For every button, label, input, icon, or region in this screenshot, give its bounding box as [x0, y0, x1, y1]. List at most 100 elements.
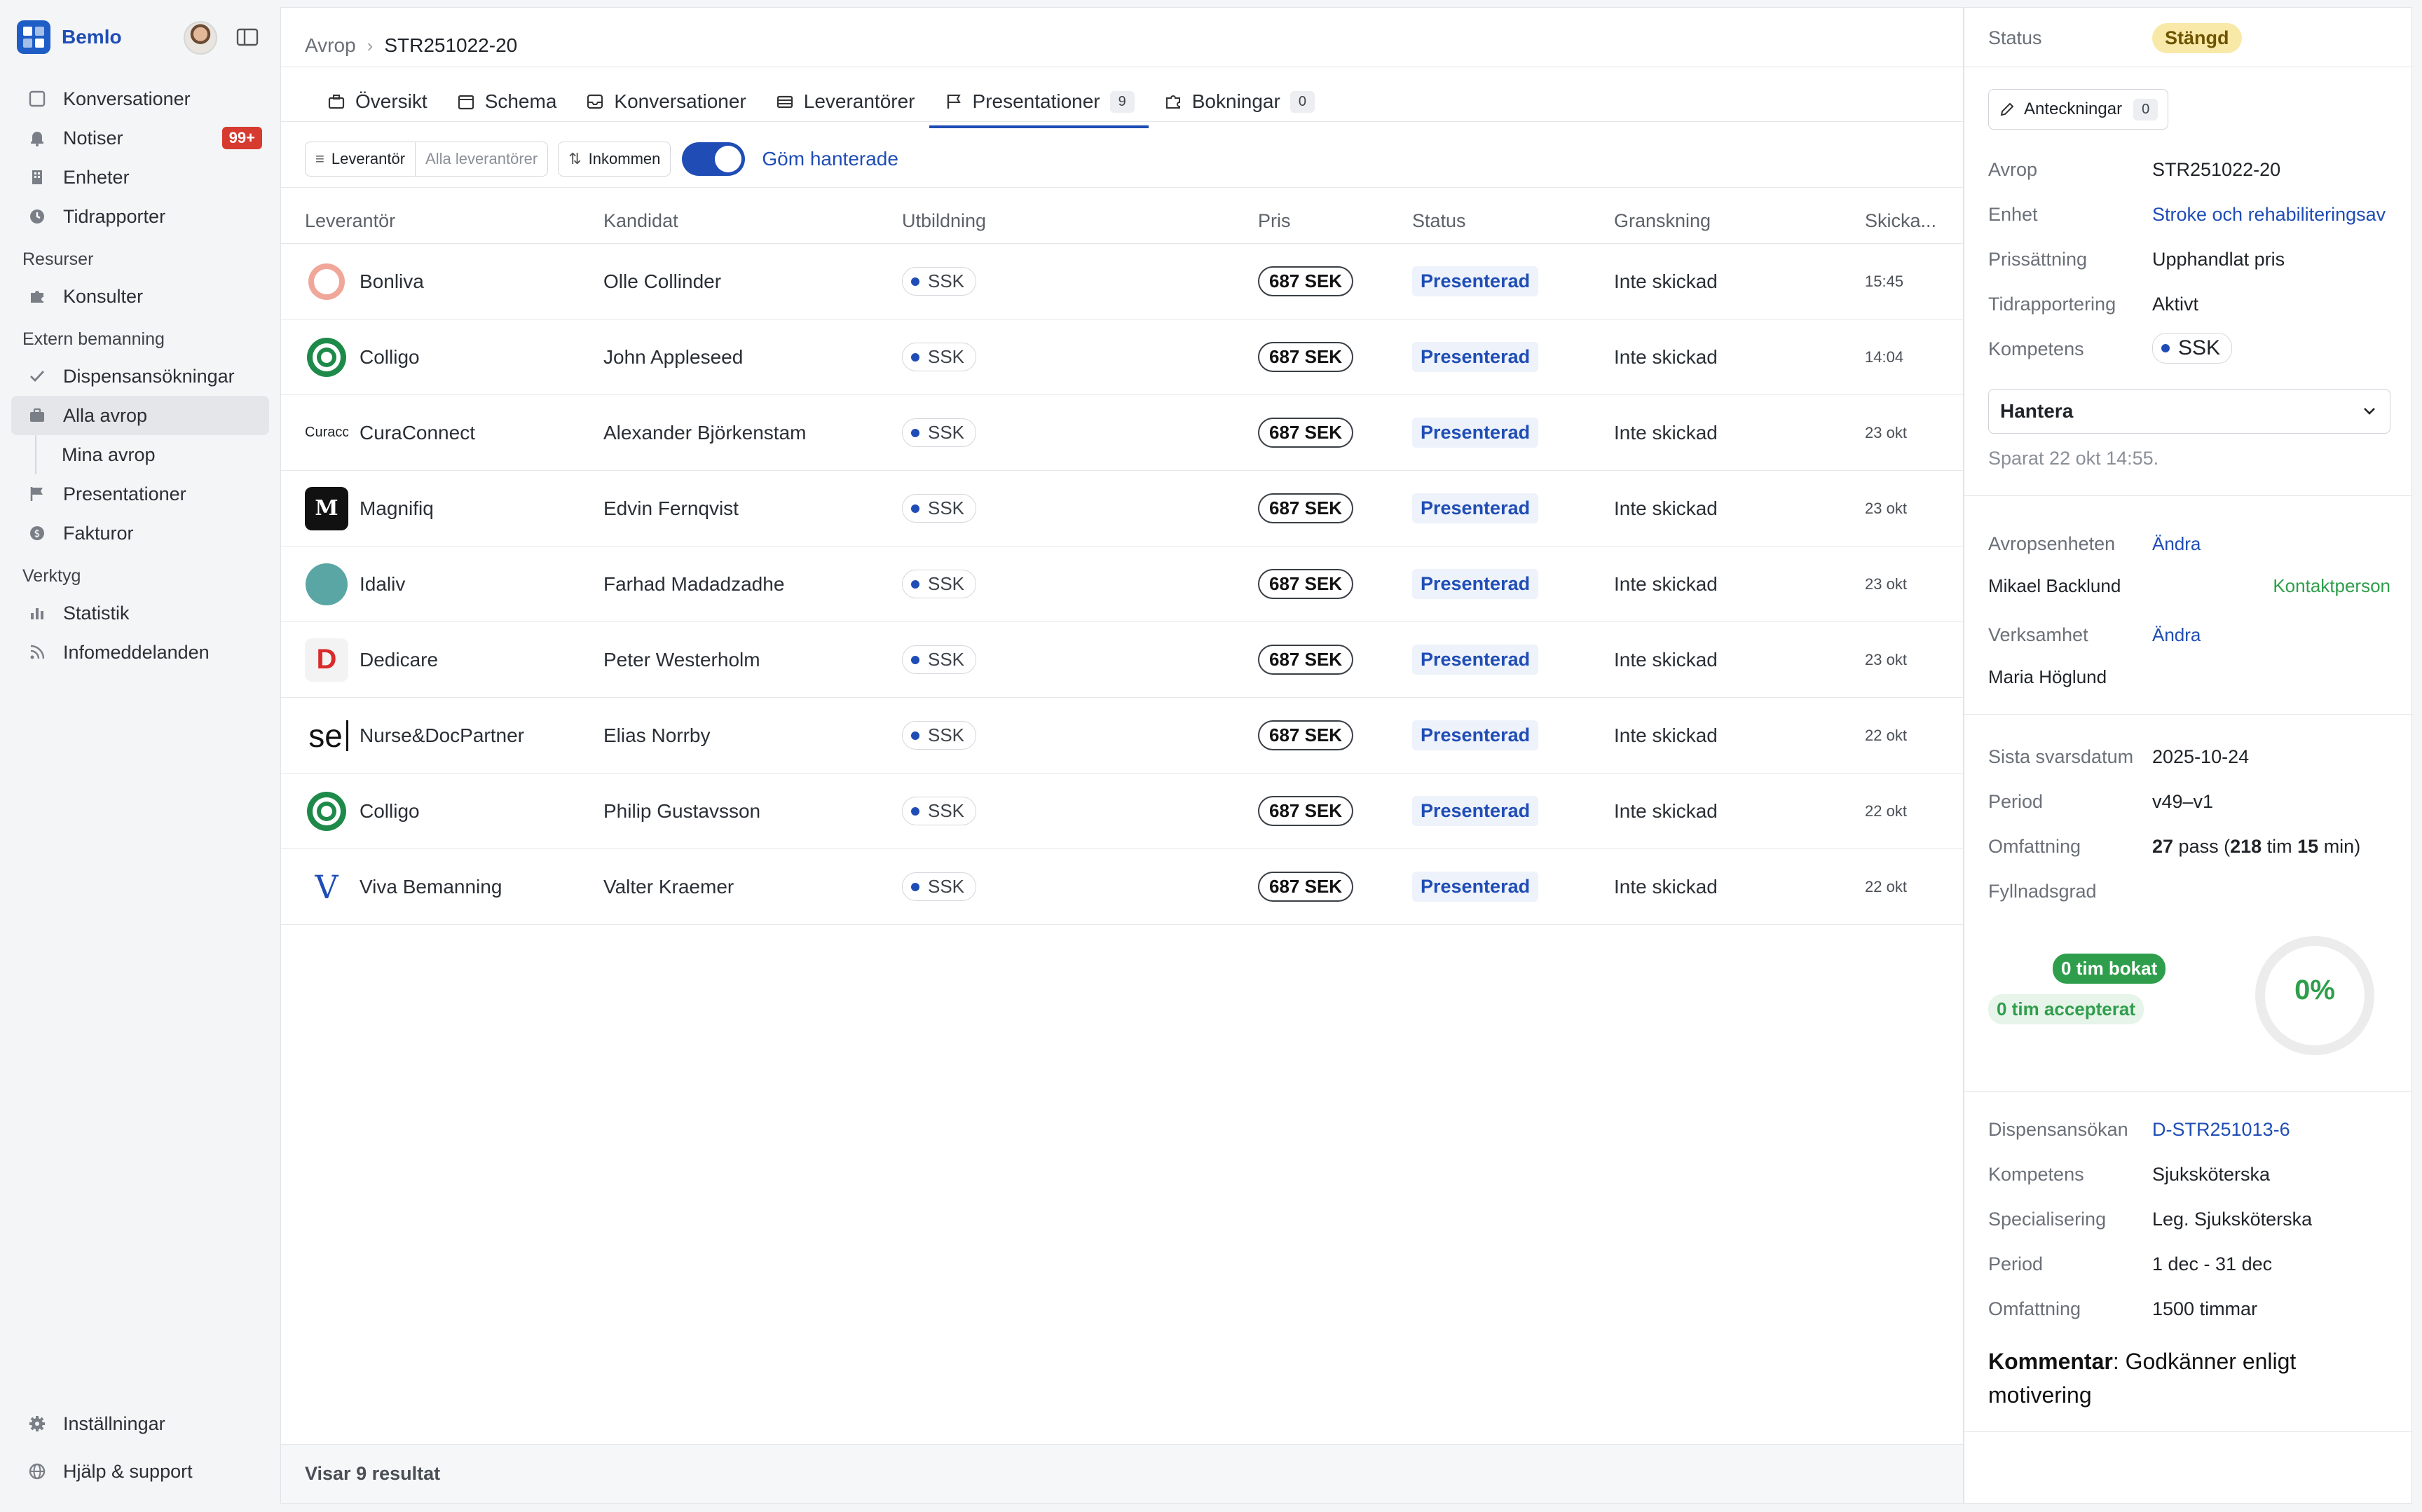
- curaconnect-logo: Curacc: [305, 425, 348, 440]
- table-row[interactable]: D Dedicare Peter Westerholm SSK 687 SEK Prese…: [281, 622, 1963, 698]
- handle-select[interactable]: Hantera: [1988, 389, 2390, 434]
- fill-percent: 0%: [2294, 975, 2335, 1005]
- brand[interactable]: Bemlo: [17, 18, 122, 56]
- nav-item-notiser[interactable]: Notiser 99+: [11, 118, 269, 158]
- bemlo-logo-icon: [17, 20, 50, 54]
- period-label: Period: [1988, 791, 2044, 812]
- tab-schema[interactable]: Schema: [442, 75, 571, 128]
- incoming-sort-button[interactable]: ⇅ Inkommen: [558, 142, 671, 177]
- status-chip: Presenterad: [1412, 569, 1539, 599]
- tidrapportering-value: Aktivt: [2152, 294, 2199, 315]
- tab-label: Konversationer: [614, 90, 746, 112]
- col-leverantor[interactable]: Leverantör: [305, 210, 395, 232]
- status-cell: Presenterad: [1412, 493, 1539, 523]
- nav-item-mina-avrop[interactable]: Mina avrop: [11, 435, 269, 474]
- status-chip: Presenterad: [1412, 266, 1539, 296]
- col-skickad[interactable]: Skicka...: [1865, 210, 1936, 232]
- nav-item-konversationer[interactable]: Konversationer: [11, 79, 269, 118]
- enhet-link[interactable]: Stroke och rehabiliteringsav: [2152, 204, 2404, 226]
- price-cell: 687 SEK: [1258, 872, 1354, 902]
- segment-leverantor[interactable]: ≡ Leverantör: [306, 142, 416, 176]
- scope-value: 27 pass (218 tim 15 min): [2152, 836, 2360, 858]
- bonliva-logo: [305, 260, 348, 303]
- nav-label: Konsulter: [63, 285, 144, 307]
- table-row[interactable]: se Nurse&DocPartner Elias Norrby SSK 687 SEK…: [281, 698, 1963, 774]
- col-utbildning[interactable]: Utbildning: [902, 210, 986, 232]
- nav-item-dispensansokningar[interactable]: Dispensansökningar: [11, 357, 269, 396]
- hide-handled-toggle[interactable]: [682, 142, 746, 176]
- divider: [1964, 1091, 2411, 1092]
- detail-label: Tidrapportering: [1988, 294, 2116, 315]
- dispensation-link[interactable]: D-STR251013-6: [2152, 1119, 2290, 1141]
- education-cell: SSK: [902, 418, 977, 447]
- detail-label: Dispensansökan: [1988, 1119, 2128, 1140]
- review-status: Inte skickad: [1614, 724, 1718, 746]
- tab-leverantorer[interactable]: Leverantörer: [760, 75, 929, 128]
- notes-button[interactable]: Anteckningar 0: [1988, 89, 2169, 130]
- breadcrumb-root[interactable]: Avrop: [305, 34, 356, 57]
- nav-item-alla-avrop[interactable]: Alla avrop: [11, 396, 269, 435]
- education-label: SSK: [928, 346, 965, 367]
- segment-alla-leverantorer[interactable]: Alla leverantörer: [416, 142, 547, 176]
- tab-presentationer[interactable]: Presentationer 9: [929, 75, 1149, 128]
- col-status[interactable]: Status: [1412, 210, 1466, 232]
- detail-panel: Status Stängd Anteckningar 0 Avrop STR25…: [1964, 7, 2412, 1504]
- price-badge: 687 SEK: [1258, 342, 1354, 372]
- avatar[interactable]: [184, 21, 217, 55]
- nav-label: Enheter: [63, 166, 130, 188]
- review-status: Inte skickad: [1614, 572, 1718, 595]
- change-link[interactable]: Ändra: [2152, 624, 2201, 646]
- education-label: SSK: [928, 573, 965, 594]
- nav-section-verktyg: Verktyg: [22, 566, 81, 586]
- tab-oversikt[interactable]: Översikt: [312, 75, 442, 128]
- tab-label: Presentationer: [972, 90, 1100, 112]
- sent-time: 23 okt: [1865, 499, 1907, 517]
- sidebar-toggle-icon[interactable]: [235, 27, 259, 48]
- table-row[interactable]: Colligo Philip Gustavsson SSK 687 SEK Presen…: [281, 774, 1963, 849]
- gear-icon: [27, 1413, 48, 1434]
- nav-item-enheter[interactable]: Enheter: [11, 158, 269, 197]
- education-chip: SSK: [902, 797, 977, 825]
- nav-item-presentationer[interactable]: Presentationer: [11, 474, 269, 514]
- nav-item-installningar[interactable]: Inställningar: [11, 1400, 269, 1448]
- nav-item-tidrapporter[interactable]: Tidrapporter: [11, 197, 269, 236]
- divider: [281, 121, 1963, 122]
- review-status: Inte skickad: [1614, 648, 1718, 671]
- price-cell: 687 SEK: [1258, 493, 1354, 523]
- nav-item-statistik[interactable]: Statistik: [11, 593, 269, 633]
- main-content: Avrop › STR251022-20 Översikt Schema Kon…: [280, 7, 1964, 1504]
- education-chip: SSK: [902, 570, 977, 598]
- review-status: Inte skickad: [1614, 345, 1718, 368]
- sent-time: 23 okt: [1865, 575, 1907, 593]
- status-cell: Presenterad: [1412, 418, 1539, 448]
- magnifiq-logo: M: [305, 486, 348, 530]
- table-row[interactable]: Bonliva Olle Collinder SSK 687 SEK Presenter…: [281, 244, 1963, 319]
- table-row[interactable]: V Viva Bemanning Valter Kraemer SSK 687 SEK P…: [281, 849, 1963, 925]
- scope-text: min): [2318, 836, 2361, 857]
- price-badge: 687 SEK: [1258, 493, 1354, 523]
- candidate-name: Valter Kraemer: [603, 875, 734, 898]
- table-row[interactable]: Colligo John Appleseed SSK 687 SEK Presenter…: [281, 319, 1963, 395]
- tab-konversationer[interactable]: Konversationer: [570, 75, 760, 128]
- col-pris[interactable]: Pris: [1258, 210, 1291, 232]
- detail-label: Prissättning: [1988, 249, 2088, 270]
- nav-item-konsulter[interactable]: Konsulter: [11, 277, 269, 316]
- supplier-name: Nurse&DocPartner: [360, 724, 524, 746]
- review-status: Inte skickad: [1614, 875, 1718, 898]
- tab-label: Schema: [484, 90, 557, 112]
- review-status: Inte skickad: [1614, 497, 1718, 519]
- sent-time: 15:45: [1865, 272, 1904, 290]
- nav-item-infomeddelanden[interactable]: Infomeddelanden: [11, 633, 269, 672]
- nav-item-fakturor[interactable]: $ Fakturor: [11, 514, 269, 553]
- col-kandidat[interactable]: Kandidat: [603, 210, 678, 232]
- col-granskning[interactable]: Granskning: [1614, 210, 1711, 232]
- nav-item-hjalp-support[interactable]: Hjälp & support: [11, 1448, 269, 1495]
- tab-bokningar[interactable]: Bokningar 0: [1149, 75, 1329, 128]
- table-row[interactable]: Curacc CuraConnect Alexander Björkenstam SS…: [281, 395, 1963, 471]
- change-link[interactable]: Ändra: [2152, 533, 2201, 555]
- table-row[interactable]: M Magnifiq Edvin Fernqvist SSK 687 SEK Presen…: [281, 471, 1963, 547]
- table-row[interactable]: Idaliv Farhad Madadzadhe SSK 687 SEK Present…: [281, 547, 1963, 622]
- hide-handled-label[interactable]: Göm hanterade: [762, 148, 898, 170]
- nav-label: Alla avrop: [63, 404, 148, 426]
- contact-name: Mikael Backlund: [1988, 575, 2121, 596]
